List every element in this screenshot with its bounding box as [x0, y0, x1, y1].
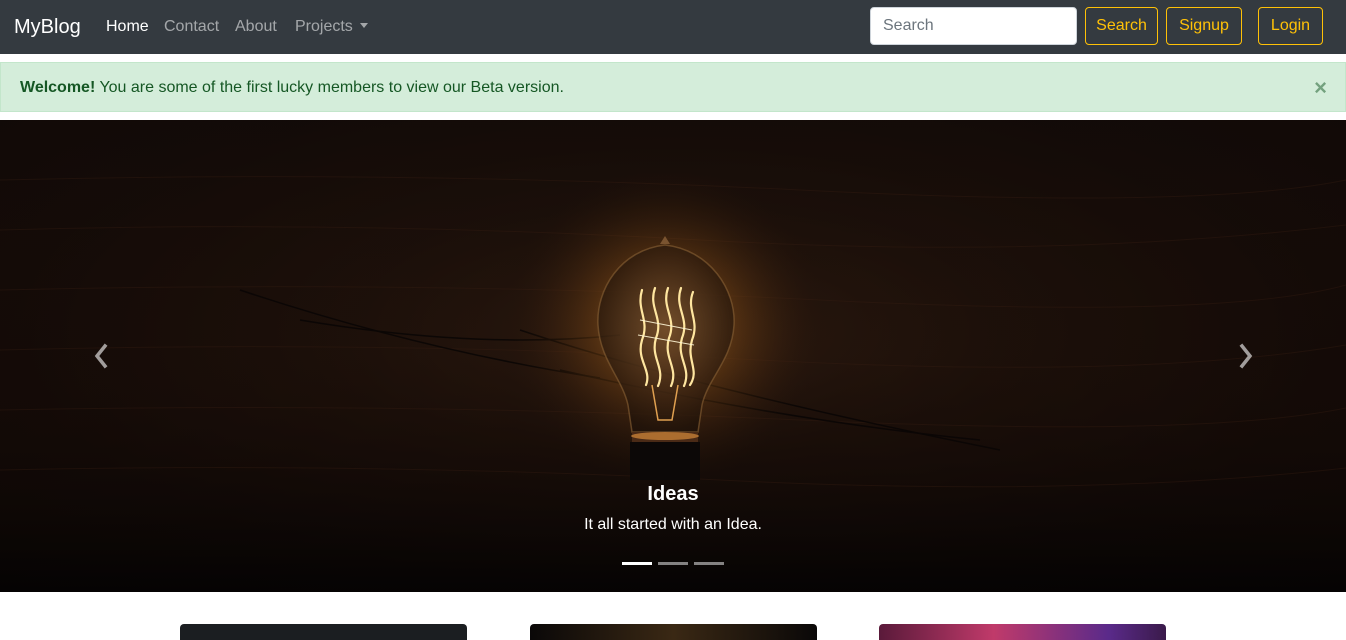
carousel-indicator-1[interactable] — [622, 562, 652, 565]
carousel-indicator-3[interactable] — [694, 562, 724, 565]
chevron-left-icon[interactable] — [89, 342, 113, 370]
carousel-caption-title: Ideas — [647, 483, 699, 505]
nav-link-about[interactable]: About — [235, 16, 277, 38]
nav-link-contact[interactable]: Contact — [164, 16, 219, 38]
close-icon[interactable]: × — [1314, 76, 1327, 100]
carousel-indicator-2[interactable] — [658, 562, 688, 565]
alert-strong-text: Welcome! — [20, 79, 96, 96]
login-button[interactable]: Login — [1258, 7, 1323, 45]
search-input[interactable] — [870, 7, 1077, 45]
brand-logo[interactable]: MyBlog — [14, 13, 81, 41]
chevron-right-icon[interactable] — [1234, 342, 1258, 370]
nav-link-home[interactable]: Home — [106, 16, 149, 38]
hero-carousel: Ideas It all started with an Idea. — [0, 120, 1346, 592]
nav-link-projects-dropdown[interactable]: Projects — [295, 16, 368, 38]
card-3-image[interactable] — [879, 624, 1166, 640]
welcome-alert: Welcome! You are some of the first lucky… — [0, 62, 1346, 112]
card-1-image[interactable] — [180, 624, 467, 640]
caret-down-icon — [359, 23, 368, 28]
carousel-caption-text: It all started with an Idea. — [584, 516, 762, 533]
signup-button[interactable]: Signup — [1166, 7, 1242, 45]
nav-link-projects-label: Projects — [295, 18, 353, 35]
alert-message: Welcome! You are some of the first lucky… — [20, 79, 564, 97]
search-button[interactable]: Search — [1085, 7, 1158, 45]
alert-body-text: You are some of the first lucky members … — [95, 79, 564, 96]
card-2-image[interactable] — [530, 624, 817, 640]
navbar: MyBlog Home Contact About Projects Searc… — [0, 0, 1346, 54]
